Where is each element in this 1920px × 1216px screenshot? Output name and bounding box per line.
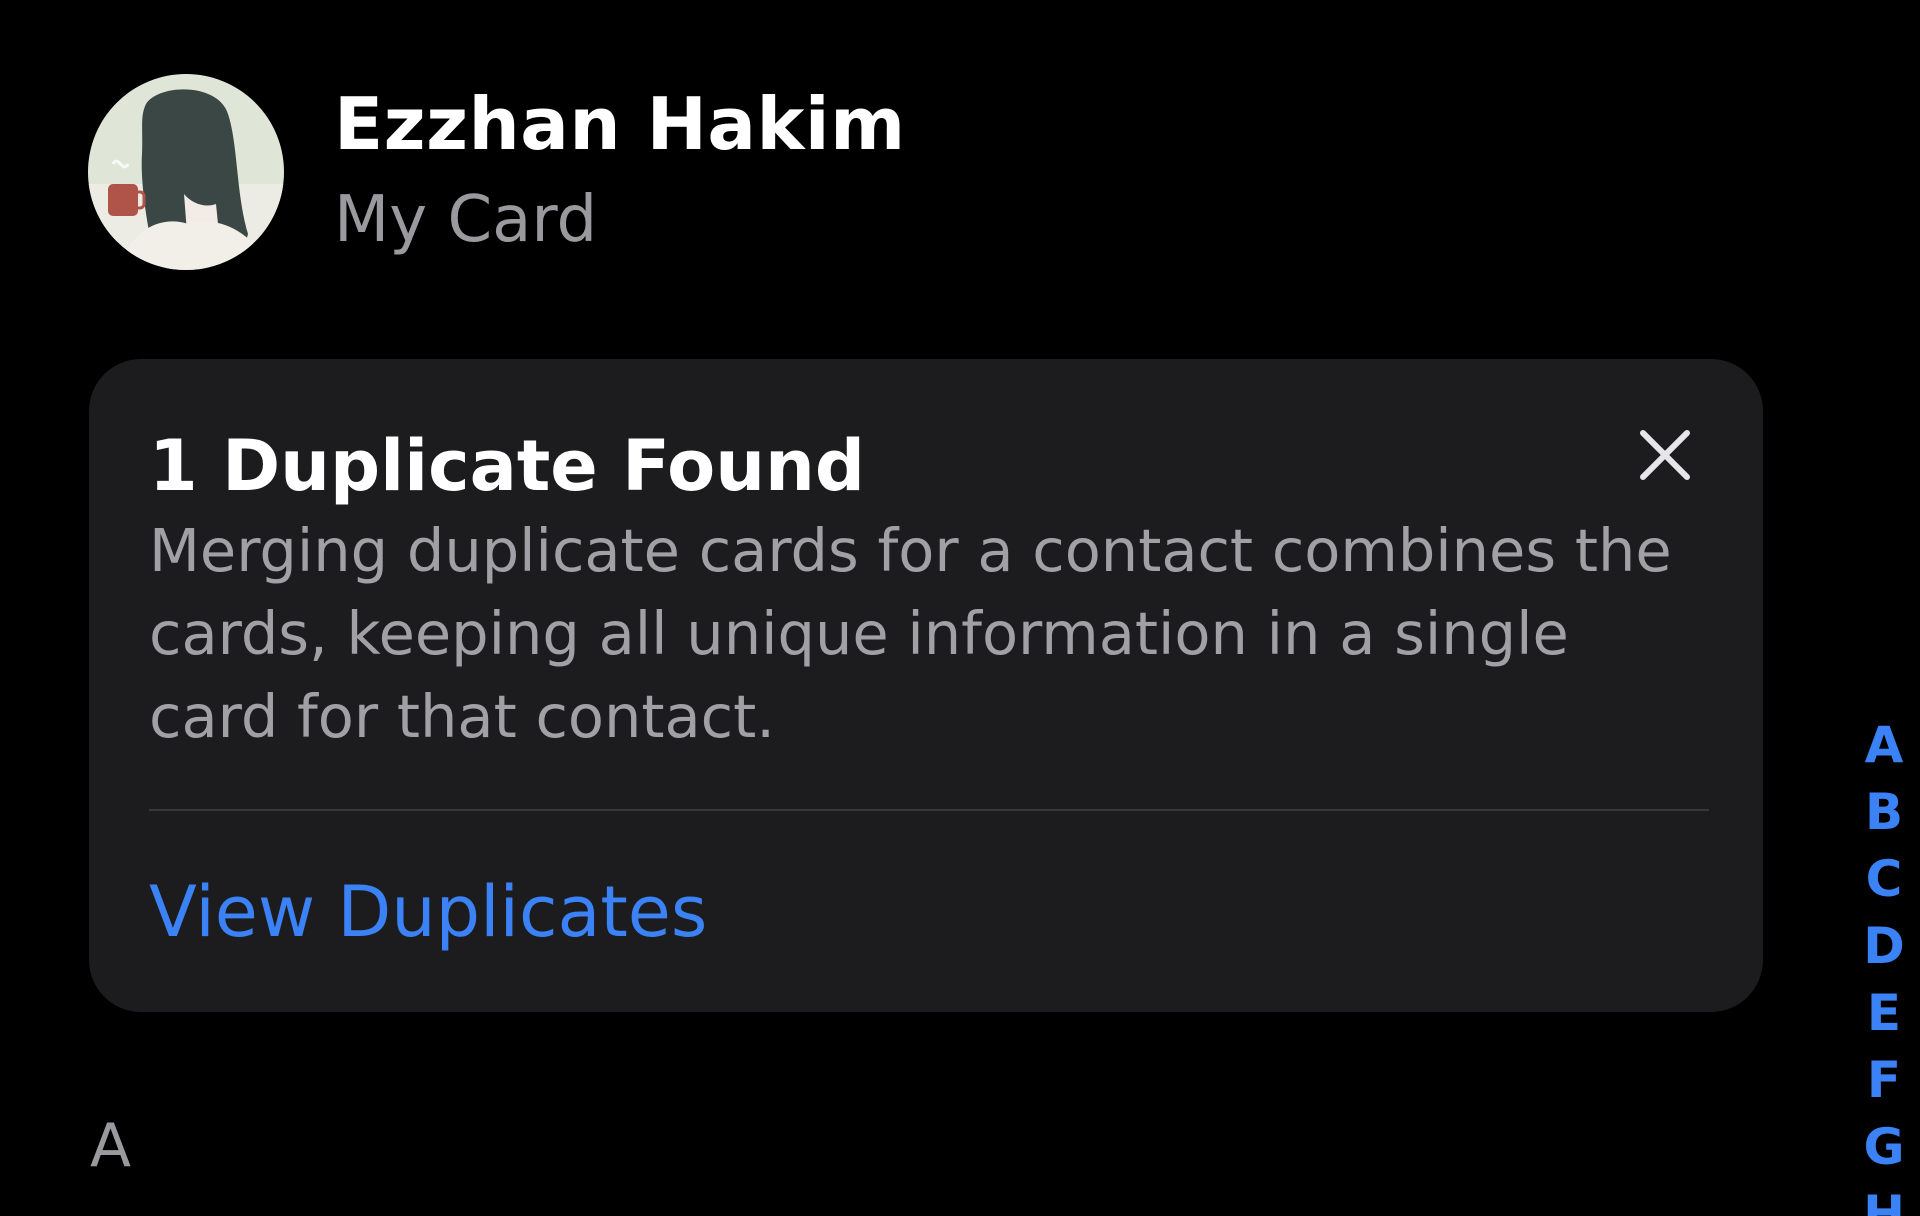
my-card-text: Ezzhan Hakim My Card xyxy=(334,79,906,265)
duplicates-description: Merging duplicate cards for a contact co… xyxy=(149,516,1672,751)
contacts-screen: Ezzhan Hakim My Card 1 Duplicate Found M… xyxy=(0,0,1920,1216)
close-icon xyxy=(1640,430,1690,480)
index-letter-c[interactable]: C xyxy=(1866,846,1903,913)
avatar-illustration xyxy=(88,74,284,270)
contact-name: Ezzhan Hakim xyxy=(334,82,906,166)
index-letter-a[interactable]: A xyxy=(1865,712,1904,779)
section-header-a: A xyxy=(90,1111,132,1181)
index-letter-g[interactable]: G xyxy=(1863,1114,1904,1181)
index-letter-f[interactable]: F xyxy=(1867,1047,1901,1114)
index-letter-h[interactable]: H xyxy=(1863,1181,1905,1216)
duplicates-title: 1 Duplicate Found xyxy=(149,425,865,507)
avatar[interactable] xyxy=(88,74,284,270)
alphabet-index-bar[interactable]: A B C D E F G H xyxy=(1848,712,1920,1216)
duplicates-card: 1 Duplicate Found Merging duplicate card… xyxy=(89,359,1763,1012)
my-card-label: My Card xyxy=(334,183,598,257)
view-duplicates-button[interactable]: View Duplicates xyxy=(149,864,707,960)
index-letter-b[interactable]: B xyxy=(1865,779,1903,846)
close-button[interactable] xyxy=(1629,419,1701,491)
divider xyxy=(149,809,1709,811)
index-letter-e[interactable]: E xyxy=(1867,980,1901,1047)
my-card-row[interactable]: Ezzhan Hakim My Card xyxy=(88,74,906,270)
index-letter-d[interactable]: D xyxy=(1863,913,1905,980)
